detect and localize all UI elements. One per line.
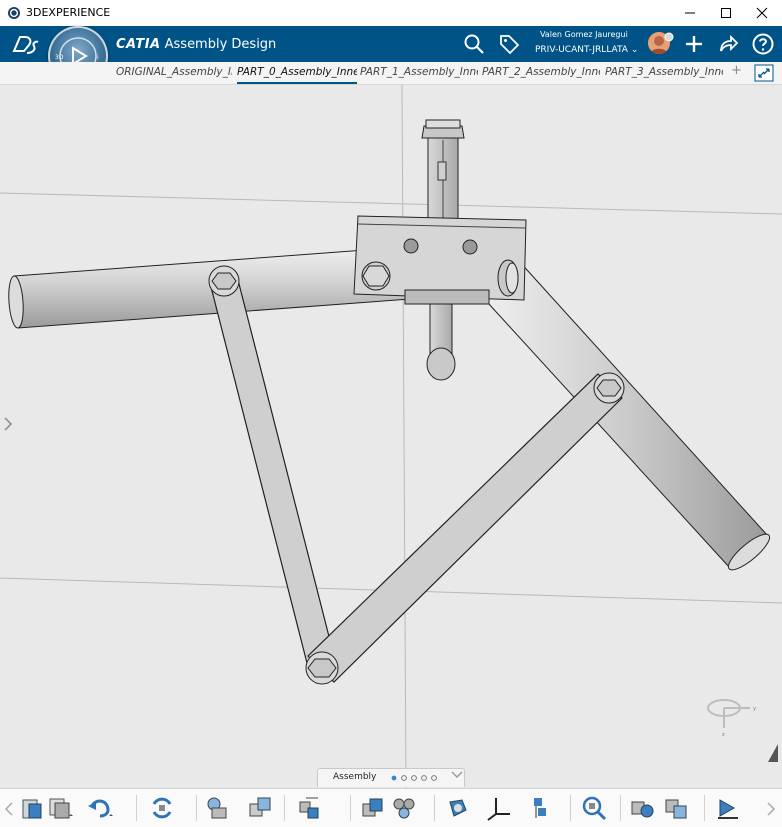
add-icon[interactable] (682, 32, 706, 56)
measure-icon[interactable] (486, 794, 514, 822)
fix-icon[interactable] (390, 794, 418, 822)
3dexperience-app-icon (8, 7, 20, 19)
axis-triad[interactable]: y z (707, 699, 756, 738)
toolbar-separator (196, 795, 197, 821)
user-role-label: PRIV-UCANT-JRLLATA (535, 45, 628, 55)
catia-brand: CATIA (116, 37, 161, 52)
toolbar-separator (136, 795, 137, 821)
drawing-icon[interactable] (662, 794, 690, 822)
document-tabs: ORIGINAL_Assembly_Inner PART_0_Assembly_… (0, 62, 782, 85)
maximize-icon (721, 8, 731, 18)
constraint-icon[interactable] (246, 794, 274, 822)
paste-icon[interactable] (18, 794, 46, 822)
svg-text:3D: 3D (55, 54, 64, 61)
left-link[interactable] (208, 265, 336, 668)
share-icon[interactable] (716, 32, 740, 56)
toolbar-separator (350, 795, 351, 821)
tab-part-2[interactable]: PART_2_Assembly_Inner (482, 66, 600, 82)
svg-text:y: y (753, 706, 756, 712)
tab-part-0[interactable]: PART_0_Assembly_Inner (237, 66, 357, 84)
user-name: Valen Gomez Jauregui (540, 30, 628, 39)
undo-icon[interactable] (86, 794, 114, 822)
chevron-down-icon[interactable] (450, 770, 464, 780)
section-selector[interactable]: Assembly (317, 768, 465, 787)
insert-product-icon[interactable] (204, 794, 232, 822)
toolbar-separator (284, 795, 285, 821)
maximize-button[interactable] (709, 0, 743, 26)
compass-icon[interactable] (628, 794, 656, 822)
minimize-button[interactable] (673, 0, 707, 26)
right-link[interactable] (305, 372, 625, 685)
help-icon[interactable] (751, 32, 775, 56)
toolbar-scroll-left-icon[interactable] (4, 801, 14, 817)
tag-icon[interactable] (497, 32, 521, 56)
explode-icon[interactable] (296, 794, 324, 822)
search-icon[interactable] (462, 32, 486, 56)
notification-badge-icon (664, 32, 674, 42)
ds-logo-icon[interactable] (10, 33, 40, 57)
section-pagination[interactable] (390, 774, 442, 782)
add-tab-button[interactable]: + (731, 63, 743, 79)
update-icon[interactable] (148, 794, 176, 822)
close-icon (756, 7, 768, 19)
analysis-icon[interactable] (528, 794, 556, 822)
svg-text:z: z (722, 732, 725, 738)
window-title-bar: 3DEXPERIENCE (0, 0, 782, 26)
user-role-selector[interactable]: PRIV-UCANT-JRLLATA ⌄ (535, 45, 638, 55)
toolbar-separator (570, 795, 571, 821)
section-label: Assembly (333, 772, 377, 782)
app-brand: CATIA Assembly Design (116, 37, 276, 52)
svg-text:i: i (97, 54, 99, 61)
tab-part-1[interactable]: PART_1_Assembly_Inner (360, 66, 478, 82)
close-button[interactable] (745, 0, 779, 26)
expand-left-panel-icon[interactable] (3, 416, 13, 432)
play-icon[interactable] (714, 794, 742, 822)
chevron-down-icon: ⌄ (630, 45, 639, 55)
app-name: Assembly Design (164, 37, 277, 52)
toolbar-separator (620, 795, 621, 821)
section-icon[interactable] (580, 794, 608, 822)
window-title: 3DEXPERIENCE (26, 6, 111, 19)
clamp-block[interactable] (353, 215, 527, 305)
copy-icon[interactable] (46, 794, 74, 822)
action-toolbar (0, 788, 782, 827)
assembly-3d-model[interactable]: y z (0, 85, 782, 789)
tab-part-3[interactable]: PART_3_Assembly_Inner (605, 66, 723, 82)
toolbar-scroll-right-icon[interactable] (766, 801, 776, 817)
minimize-icon (685, 12, 695, 14)
resize-corner-icon[interactable] (768, 744, 778, 762)
manipulate-icon[interactable] (444, 794, 472, 822)
snap-icon[interactable] (358, 794, 386, 822)
toolbar-separator (434, 795, 435, 821)
tab-original[interactable]: ORIGINAL_Assembly_Inner (116, 66, 232, 82)
toolbar-separator (704, 795, 705, 821)
fullscreen-icon[interactable] (754, 64, 774, 82)
3d-viewport[interactable]: y z (0, 85, 782, 789)
right-tube[interactable] (477, 259, 774, 575)
